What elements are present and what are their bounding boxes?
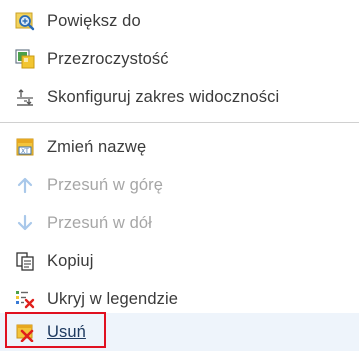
menu-item-move-down[interactable]: Przesuń w dół (0, 204, 359, 242)
svg-text:XT: XT (21, 149, 29, 155)
menu-separator (0, 122, 359, 123)
zoom-to-icon (15, 11, 35, 31)
menu-item-label: Przezroczystość (47, 49, 169, 68)
menu-item-zoom-to[interactable]: Powiększ do (0, 2, 359, 40)
transparency-icon (15, 49, 35, 69)
menu-item-visibility-range[interactable]: Skonfiguruj zakres widoczności (0, 78, 359, 116)
menu-item-transparency[interactable]: Przezroczystość (0, 40, 359, 78)
rename-icon: XT (15, 137, 35, 157)
menu-item-rename[interactable]: XT Zmień nazwę (0, 128, 359, 166)
copy-icon (15, 251, 35, 271)
hide-in-legend-icon (15, 289, 35, 309)
menu-item-move-up[interactable]: Przesuń w górę (0, 166, 359, 204)
menu-item-label: Ukryj w legendzie (47, 289, 179, 308)
menu-item-label: Przesuń w górę (47, 175, 164, 194)
menu-item-label: Usuń (47, 322, 86, 341)
menu-item-label: Powiększ do (47, 11, 141, 30)
visibility-range-icon (15, 87, 35, 107)
menu-item-label: Kopiuj (47, 251, 94, 270)
menu-item-label: Zmień nazwę (47, 137, 147, 156)
layer-context-menu: Powiększ do Przezroczystość Skonfiguruj … (0, 0, 359, 352)
menu-item-label: Skonfiguruj zakres widoczności (47, 87, 280, 106)
menu-item-label: Przesuń w dół (47, 213, 152, 232)
arrow-down-icon (15, 213, 35, 233)
menu-item-copy[interactable]: Kopiuj (0, 242, 359, 280)
remove-icon (15, 322, 35, 342)
arrow-up-icon (15, 175, 35, 195)
menu-item-remove[interactable]: Usuń (0, 313, 359, 351)
